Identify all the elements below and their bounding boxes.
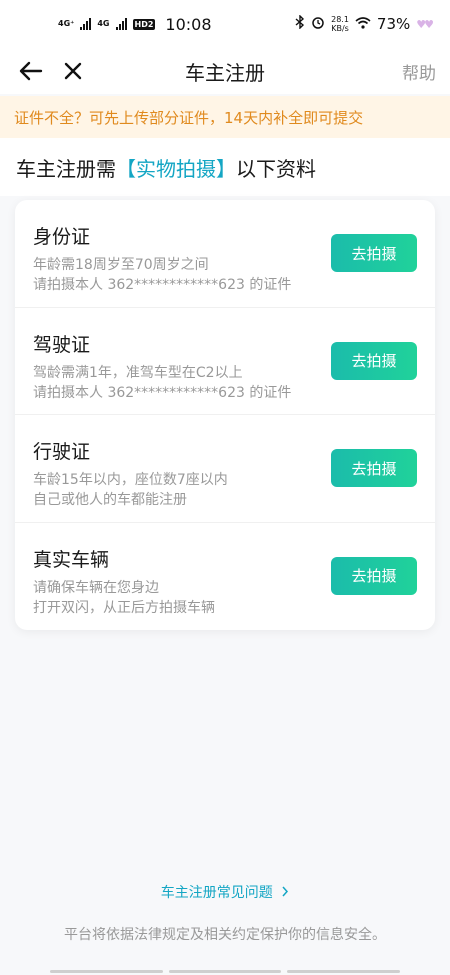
requirement-desc-2: 请拍摄本人 362************623 的证件 (33, 277, 292, 293)
requirement-driver-license: 驾驶证 驾龄需满1年，准驾车型在C2以上 请拍摄本人 362**********… (15, 308, 435, 415)
faq-link[interactable]: 车主注册常见问题 (0, 882, 450, 902)
network-speed: 28.1 KB/s (331, 15, 349, 33)
requirements-card: 身份证 年龄需18周岁至70周岁之间 请拍摄本人 362************… (15, 200, 435, 630)
shoot-real-vehicle-button[interactable]: 去拍摄 (331, 556, 417, 595)
privacy-note: 平台将依据法律规定及相关约定保护你的信息安全。 (64, 927, 386, 943)
section-heading: 车主注册需 【实物拍摄】 以下资料 (0, 138, 450, 196)
clock: 10:08 (165, 14, 212, 34)
signal-icon (80, 18, 92, 30)
chevron-right-icon (281, 885, 289, 901)
nav-bar: 车主注册 帮助 (0, 48, 450, 94)
shoot-id-card-button[interactable]: 去拍摄 (331, 234, 417, 272)
shoot-driver-license-button[interactable]: 去拍摄 (331, 341, 417, 380)
gesture-bar (50, 970, 401, 973)
battery-level: 73% (376, 15, 411, 33)
shoot-vehicle-license-button[interactable]: 去拍摄 (331, 449, 417, 487)
status-bar: 4G⁺ 4G HD2 10:08 28.1 KB/s 73% ♥♥ (0, 0, 450, 48)
requirement-desc-2: 打开双闪，从正后方拍摄车辆 (33, 599, 215, 616)
status-right: 28.1 KB/s 73% ♥♥ (295, 14, 434, 33)
heart-icon: ♥♥ (416, 17, 434, 31)
close-button[interactable] (52, 50, 94, 92)
heading-suffix: 以下资料 (236, 156, 316, 181)
notice-banner: 证件不全？可先上传部分证件，14天内补全即可提交 (0, 96, 450, 138)
network-type-1: 4G⁺ (58, 19, 75, 28)
network-type-2: 4G (97, 19, 110, 28)
requirement-vehicle-license: 行驶证 车龄15年以内，座位数7座以内 自己或他人的车都能注册 去拍摄 (15, 415, 435, 523)
requirement-id-card: 身份证 年龄需18周岁至70周岁之间 请拍摄本人 362************… (15, 200, 435, 308)
arrow-left-icon (19, 61, 43, 81)
status-left: 4G⁺ 4G HD2 10:08 (58, 15, 212, 34)
wifi-icon (355, 15, 371, 33)
back-button[interactable] (10, 50, 52, 92)
alarm-icon (311, 15, 325, 33)
faq-link-label: 车主注册常见问题 (160, 885, 273, 901)
bluetooth-icon (295, 14, 305, 33)
heading-highlight: 【实物拍摄】 (116, 156, 236, 181)
hd-voice-badge: HD2 (132, 18, 156, 30)
heading-prefix: 车主注册需 (16, 156, 116, 181)
requirement-desc-2: 自己或他人的车都能注册 (33, 492, 187, 508)
requirement-real-vehicle: 真实车辆 请确保车辆在您身边 打开双闪，从正后方拍摄车辆 去拍摄 (15, 523, 435, 631)
requirement-desc-2: 请拍摄本人 362************623 的证件 (33, 384, 292, 401)
help-link[interactable]: 帮助 (402, 59, 436, 84)
close-icon (64, 62, 82, 80)
signal-icon-2 (115, 18, 127, 30)
